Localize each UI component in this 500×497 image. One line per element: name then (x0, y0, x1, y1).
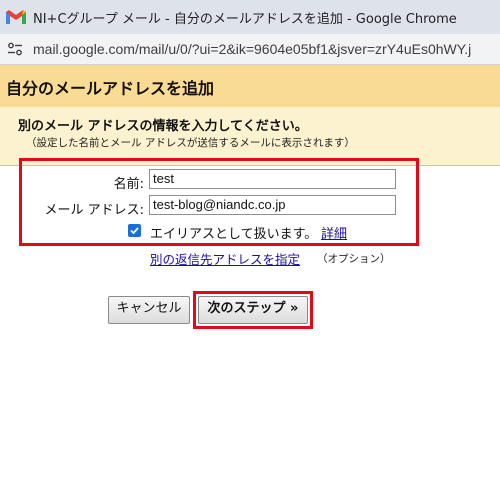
email-label: メール アドレス: (44, 203, 144, 218)
optional-note: （オプション） (317, 253, 391, 265)
name-label: 名前: (113, 177, 144, 192)
email-input[interactable] (149, 195, 396, 215)
details-link[interactable]: 詳細 (321, 223, 347, 242)
cancel-button[interactable]: キャンセル (108, 296, 190, 324)
section-heading: 別のメール アドレスの情報を入力してください。 (18, 119, 308, 134)
next-step-button[interactable]: 次のステップ » (198, 296, 308, 324)
reply-to-link[interactable]: 別の返信先アドレスを指定 (150, 249, 300, 268)
dialog-page: 自分のメールアドレスを追加 別のメール アドレスの情報を入力してください。 （設… (0, 65, 500, 497)
alias-label: エイリアスとして扱います。 (150, 227, 318, 242)
dialog-header: 自分のメールアドレスを追加 (0, 65, 500, 107)
window-titlebar: NI+Cグループ メール - 自分のメールアドレスを追加 - Google Ch… (0, 0, 500, 34)
name-input[interactable] (149, 169, 396, 189)
gmail-icon (6, 10, 26, 24)
section-note: （設定した名前とメール アドレスが送信するメールに表示されます） (26, 137, 355, 149)
alias-checkbox[interactable] (128, 224, 141, 237)
page-title: 自分のメールアドレスを追加 (6, 79, 215, 98)
info-section: 別のメール アドレスの情報を入力してください。 （設定した名前とメール アドレス… (0, 107, 500, 165)
checkmark-icon (130, 227, 139, 235)
site-settings-icon[interactable] (7, 41, 23, 57)
window-title: NI+Cグループ メール - 自分のメールアドレスを追加 - Google Ch… (33, 11, 457, 27)
address-bar[interactable]: mail.google.com/mail/u/0/?ui=2&ik=9604e0… (0, 34, 500, 65)
url-text[interactable]: mail.google.com/mail/u/0/?ui=2&ik=9604e0… (33, 41, 471, 57)
